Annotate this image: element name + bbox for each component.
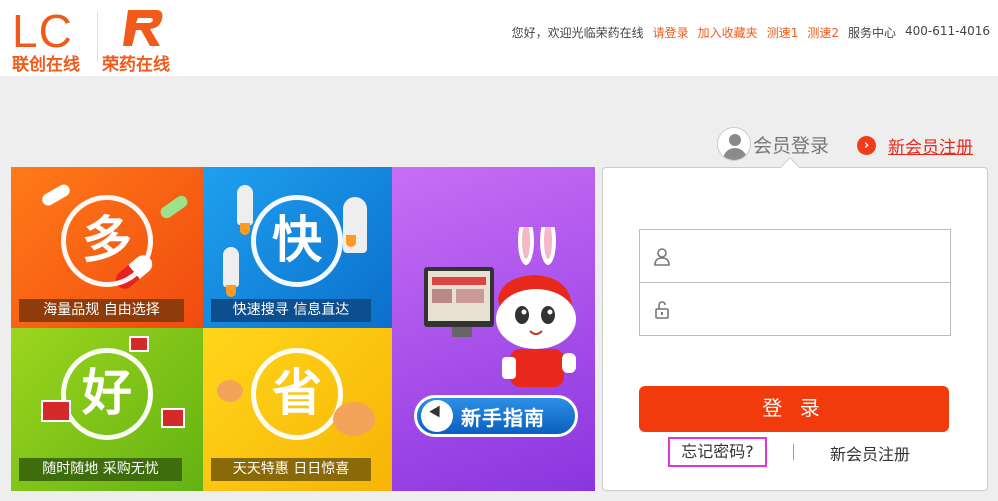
beginner-guide-button[interactable]: 新手指南 (414, 395, 578, 437)
kuai-char: 快 (272, 211, 322, 269)
sheng-caption: 天天特惠 日日惊喜 (211, 458, 371, 481)
greeting-text: 您好，欢迎光临荣药在线 (511, 26, 644, 40)
r-logo-icon (123, 10, 163, 46)
pill-icon (40, 182, 72, 208)
new-member-register-link[interactable]: 新会员注册 (830, 441, 910, 465)
hao-char: 好 (82, 364, 132, 422)
speed-test-2-link[interactable]: 测速2 (807, 24, 839, 41)
rabbit-mascot-icon (424, 227, 576, 387)
avatar-icon (717, 127, 751, 161)
rongyao-logo-subtitle: 荣药在线 (102, 55, 170, 75)
tile-kuai[interactable]: 快 快速搜寻 信息直达 (203, 167, 392, 328)
tile-beginner-guide[interactable]: 新手指南 (392, 167, 595, 491)
logo-divider (97, 12, 98, 62)
gift-icon (161, 408, 185, 428)
gift-icon (41, 400, 71, 422)
speed-test-1-link[interactable]: 测速1 (767, 24, 799, 41)
top-links-bar: 您好，欢迎光临荣药在线 请登录 加入收藏夹 测速1 测速2 服务中心 400-6… (512, 24, 990, 41)
kuai-caption: 快速搜寻 信息直达 (211, 299, 371, 322)
username-field[interactable] (639, 229, 951, 283)
duo-char: 多 (82, 211, 132, 269)
user-icon (654, 248, 670, 266)
service-center-label: 服务中心 (847, 26, 896, 40)
login-link[interactable]: 请登录 (653, 24, 689, 41)
lc-logo-subtitle: 联创在线 (12, 55, 80, 75)
duo-caption: 海量品规 自由选择 (19, 299, 184, 322)
top-header: LC 联创在线 荣药在线 您好，欢迎光临荣药在线 请登录 加入收藏夹 测速1 测… (0, 0, 998, 76)
gift-icon (129, 336, 149, 352)
service-phone: 400-611-4016 (904, 24, 990, 38)
link-divider (793, 444, 794, 460)
tile-duo[interactable]: 多 海量品规 自由选择 (11, 167, 203, 328)
tile-hao[interactable]: 好 随时随地 采购无忧 (11, 328, 203, 491)
sheng-char: 省 (272, 364, 322, 422)
hao-caption: 随时随地 采购无忧 (19, 458, 182, 481)
password-input[interactable] (680, 293, 940, 325)
forgot-password-link[interactable]: 忘记密码? (668, 437, 767, 467)
piggy-bank-icon (217, 380, 243, 402)
arrow-right-icon: › (857, 136, 876, 155)
pill-icon (158, 193, 190, 221)
password-field[interactable] (639, 282, 951, 336)
piggy-bank-icon (333, 402, 375, 436)
add-favorite-link[interactable]: 加入收藏夹 (698, 24, 758, 41)
lock-icon (655, 301, 669, 319)
lc-logo[interactable]: LC 联创在线 (12, 5, 94, 75)
register-link-text[interactable]: 新会员注册 (888, 133, 973, 158)
member-login-label: 会员登录 (753, 134, 830, 157)
new-member-register-top[interactable]: › 新会员注册 (857, 133, 973, 158)
tile-sheng[interactable]: 省 天天特惠 日日惊喜 (203, 328, 392, 491)
username-input[interactable] (680, 240, 940, 272)
rongyao-logo[interactable]: 荣药在线 (102, 6, 184, 75)
login-panel: 登 录 忘记密码? 新会员注册 (602, 157, 988, 491)
guide-button-label: 新手指南 (461, 405, 545, 430)
rocket-icon (343, 197, 367, 253)
member-login-header: 会员登录 (717, 127, 829, 161)
cursor-icon (421, 400, 453, 432)
login-button[interactable]: 登 录 (639, 386, 949, 432)
rocket-icon (223, 247, 239, 297)
